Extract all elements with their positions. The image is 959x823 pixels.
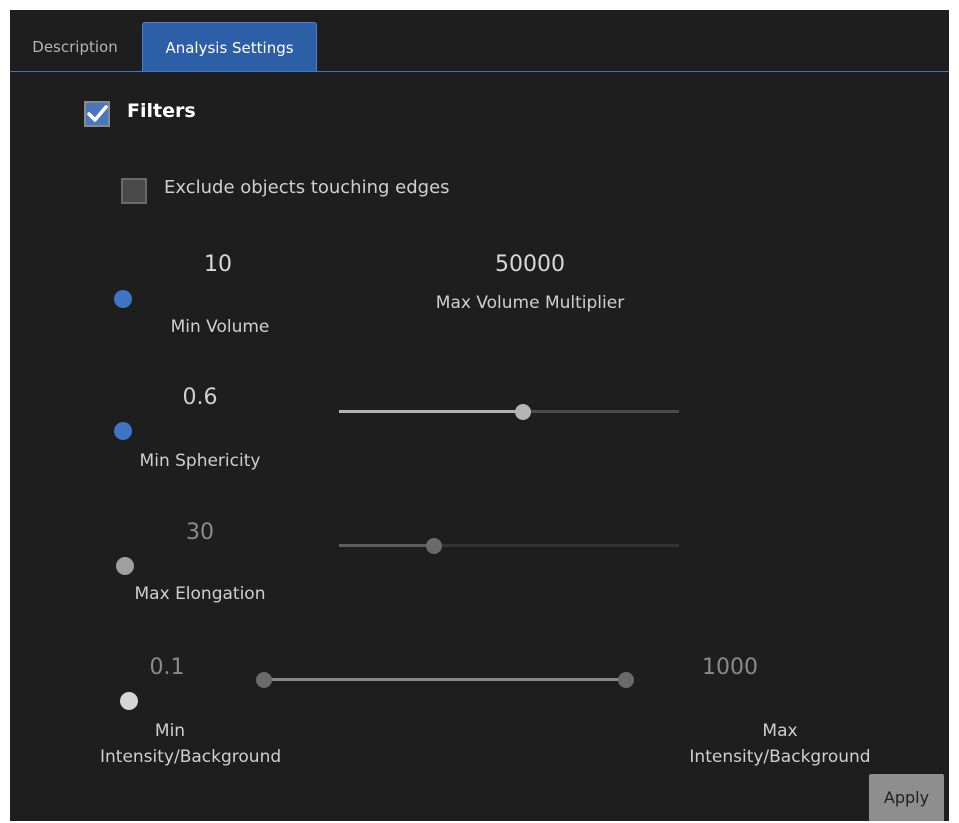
min-intensity-label: Min Intensity/Background [100,718,282,770]
max-intensity-value: 1000 [702,655,758,680]
min-sphericity-slider[interactable] [339,400,679,424]
min-sphericity-label: Min Sphericity [139,451,261,471]
min-intensity-label-line2: Intensity/Background [100,747,282,767]
tab-analysis-settings[interactable]: Analysis Settings [142,22,317,72]
max-elongation-value: 30 [186,520,214,545]
max-elongation-label: Max Elongation [134,584,266,604]
max-intensity-label-line2: Intensity/Background [689,747,871,767]
exclude-edges-label: Exclude objects touching edges [164,177,450,198]
intensity-range-slider[interactable] [256,668,636,692]
filters-label: Filters [127,100,196,122]
slider-fill [339,410,523,413]
apply-button[interactable]: Apply [869,774,944,821]
max-volume-multiplier-label: Max Volume Multiplier [435,293,625,313]
checkmark-icon [87,105,108,122]
max-elongation-slider[interactable] [339,534,679,558]
min-intensity-value: 0.1 [149,655,185,680]
min-volume-label: Min Volume [170,317,270,337]
range-thumb-min[interactable] [256,672,272,688]
max-intensity-label-line1: Max [762,721,798,741]
max-intensity-label: Max Intensity/Background [670,718,890,770]
range-track [264,678,626,681]
slider-thumb[interactable] [426,538,442,554]
tab-bar: Description Analysis Settings [10,10,949,72]
slider-fill [339,544,434,547]
min-sphericity-toggle[interactable] [114,422,132,440]
max-volume-multiplier-value: 50000 [495,252,565,277]
min-sphericity-value: 0.6 [182,385,218,410]
max-elongation-toggle[interactable] [116,557,134,575]
exclude-edges-checkbox[interactable] [121,178,147,204]
analysis-panel: Description Analysis Settings Filters Ex… [10,10,949,821]
slider-thumb[interactable] [515,404,531,420]
filters-checkbox[interactable] [84,101,110,127]
intensity-toggle[interactable] [120,692,138,710]
min-volume-value: 10 [204,252,232,277]
min-volume-toggle[interactable] [114,290,132,308]
range-thumb-max[interactable] [618,672,634,688]
min-intensity-label-line1: Min [154,721,186,741]
tab-divider [10,71,949,72]
tab-description[interactable]: Description [16,22,134,72]
